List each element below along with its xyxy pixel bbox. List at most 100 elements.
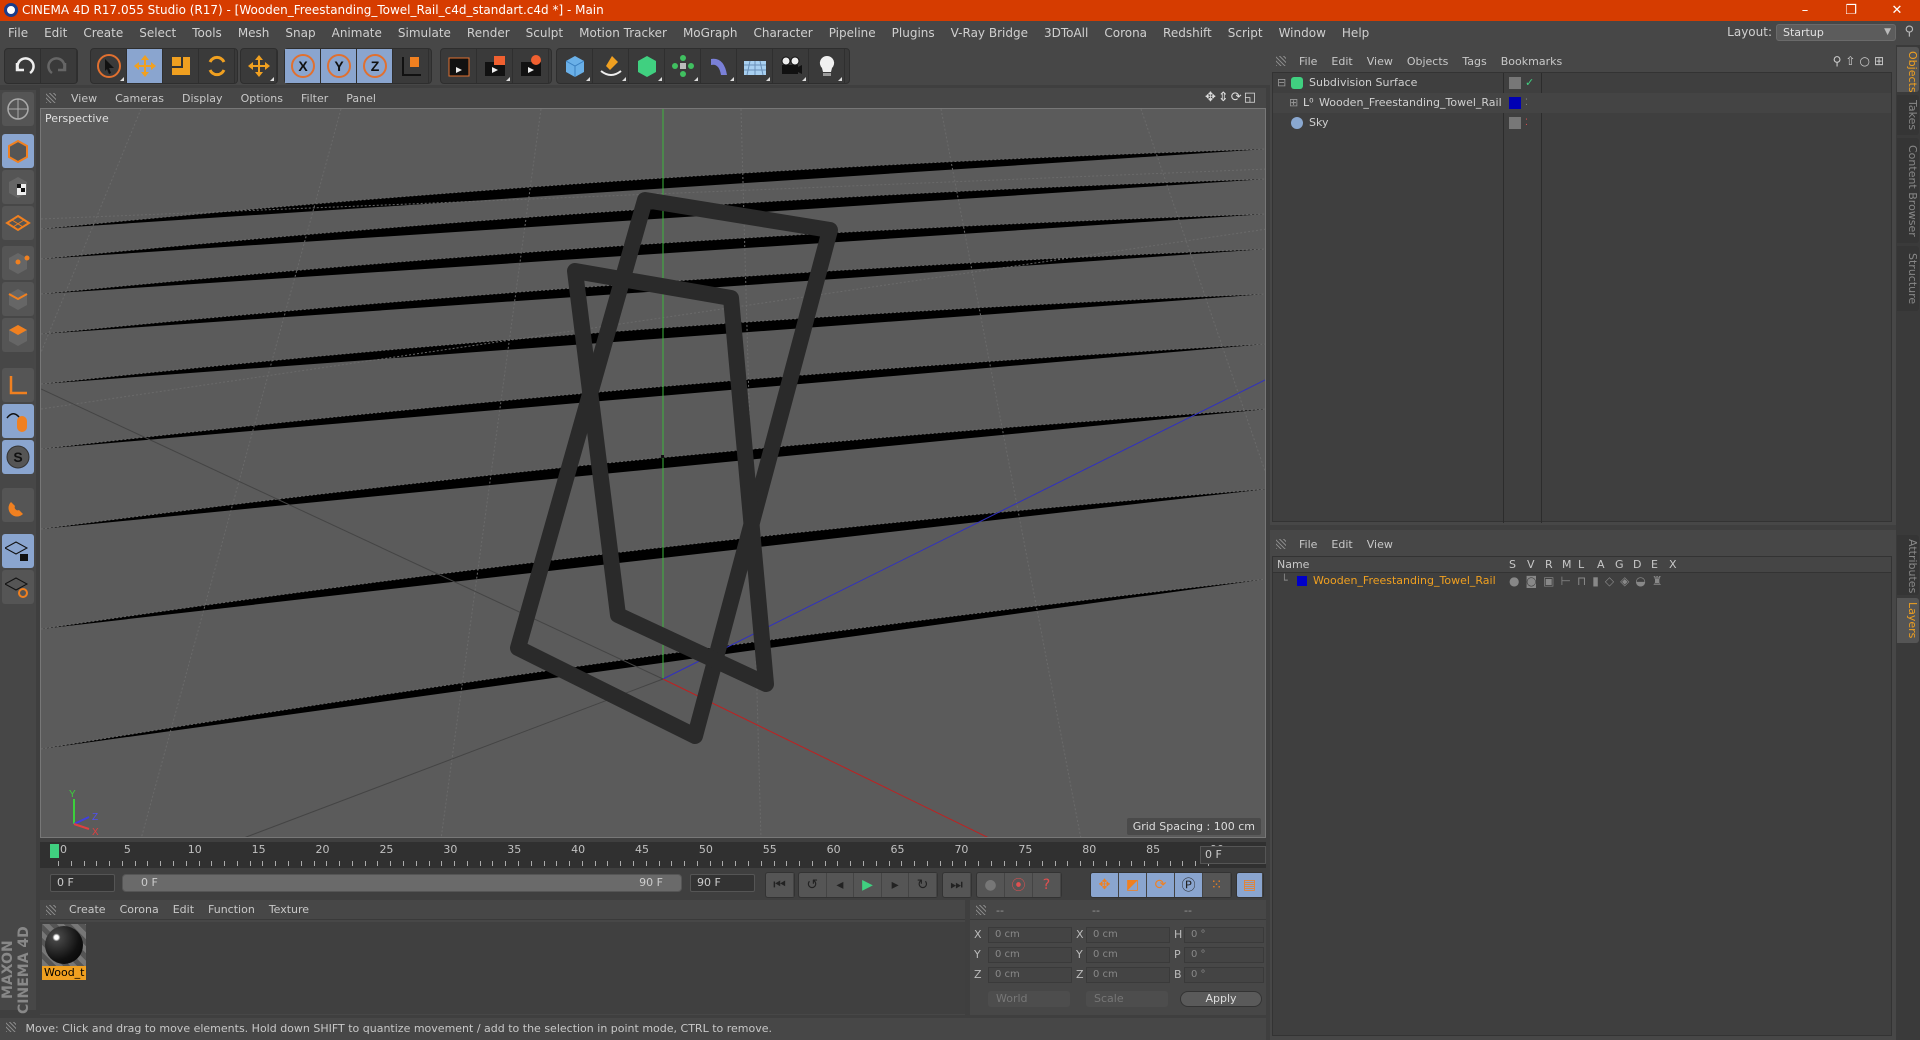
- menu-window[interactable]: Window: [1271, 26, 1334, 40]
- viewport-menu-display[interactable]: Display: [173, 92, 232, 105]
- render-settings-button[interactable]: [513, 49, 549, 83]
- texture-mode-button[interactable]: [2, 170, 34, 204]
- tab-content-browser[interactable]: Content Browser: [1897, 138, 1919, 243]
- material-menu-corona[interactable]: Corona: [113, 903, 166, 916]
- column-view[interactable]: V: [1527, 557, 1535, 573]
- column-locked[interactable]: L: [1578, 557, 1584, 573]
- object-row-sky[interactable]: Sky ⁚: [1273, 113, 1891, 133]
- layer-menu-edit[interactable]: Edit: [1324, 538, 1359, 551]
- menu-help[interactable]: Help: [1334, 26, 1377, 40]
- material-menu-texture[interactable]: Texture: [262, 903, 316, 916]
- go-to-end-button[interactable]: ⏭: [942, 872, 972, 898]
- current-frame-field[interactable]: 0 F: [1200, 846, 1266, 864]
- next-key-icon[interactable]: ↻: [909, 873, 937, 897]
- tab-layers[interactable]: Layers: [1897, 598, 1919, 643]
- y-axis-lock-button[interactable]: Y: [321, 49, 357, 83]
- scale-tool-button[interactable]: [163, 49, 199, 83]
- points-mode-button[interactable]: [2, 246, 34, 280]
- workplane-lock-button[interactable]: [2, 534, 34, 568]
- subdivision-button[interactable]: [629, 49, 665, 83]
- position-z-field[interactable]: 0 cm: [988, 967, 1072, 983]
- menu-create[interactable]: Create: [75, 26, 131, 40]
- menu-tools[interactable]: Tools: [184, 26, 230, 40]
- scale-key-icon[interactable]: ◩: [1119, 873, 1147, 897]
- next-frame-icon[interactable]: ▸: [882, 873, 910, 897]
- position-y-field[interactable]: 0 cm: [988, 947, 1072, 963]
- layer-menu-view[interactable]: View: [1360, 538, 1400, 551]
- rotation-p-field[interactable]: 0 °: [1184, 947, 1264, 963]
- cube-button[interactable]: [557, 49, 593, 83]
- object-row-subdivision-surface[interactable]: ⊟ Subdivision Surface ✓: [1273, 73, 1891, 93]
- light-button[interactable]: [809, 49, 845, 83]
- menu-edit[interactable]: Edit: [36, 26, 75, 40]
- floor-button[interactable]: [737, 49, 773, 83]
- viewport-camera-label[interactable]: Perspective: [45, 112, 109, 125]
- pan-view-icon[interactable]: ✥: [1205, 90, 1218, 105]
- object-menu-file[interactable]: File: [1292, 55, 1324, 68]
- layer-toggle-icons[interactable]: ●◙▣⊢⊓▮◇◈◒♜: [1509, 573, 1669, 589]
- column-animation[interactable]: A: [1597, 557, 1605, 573]
- layout-select[interactable]: Startup ▼: [1776, 24, 1896, 41]
- menu-animate[interactable]: Animate: [324, 26, 390, 40]
- coordinate-space-dropdown[interactable]: World: [988, 991, 1070, 1007]
- menu-simulate[interactable]: Simulate: [390, 26, 459, 40]
- record-active-icon[interactable]: ⦿: [1005, 873, 1033, 897]
- edges-mode-button[interactable]: [2, 282, 34, 316]
- autokey-icon[interactable]: ●: [977, 873, 1005, 897]
- live-selection-button[interactable]: [91, 49, 127, 83]
- home-icon[interactable]: ⇧: [1845, 54, 1859, 68]
- axis-mode-button[interactable]: [2, 368, 34, 402]
- column-xref[interactable]: X: [1669, 557, 1677, 573]
- material-item[interactable]: Wood_t: [42, 924, 86, 980]
- model-mode-button[interactable]: [2, 134, 34, 168]
- x-axis-lock-button[interactable]: X: [285, 49, 321, 83]
- size-mode-dropdown[interactable]: Scale: [1086, 991, 1168, 1007]
- previous-frame-icon[interactable]: ◂: [827, 873, 855, 897]
- undo-button[interactable]: [5, 49, 41, 83]
- restore-button[interactable]: ❐: [1828, 0, 1874, 21]
- column-render[interactable]: R: [1545, 557, 1553, 573]
- dolly-view-icon[interactable]: ⇕: [1218, 90, 1231, 105]
- menu-file[interactable]: File: [0, 26, 36, 40]
- object-menu-objects[interactable]: Objects: [1400, 55, 1456, 68]
- camera-button[interactable]: [773, 49, 809, 83]
- object-menu-bookmarks[interactable]: Bookmarks: [1494, 55, 1569, 68]
- column-generators[interactable]: G: [1615, 557, 1624, 573]
- rotation-b-field[interactable]: 0 °: [1184, 967, 1264, 983]
- keyframe-help-icon[interactable]: ?: [1033, 873, 1061, 897]
- column-name[interactable]: Name: [1277, 557, 1309, 573]
- panel-grip-icon[interactable]: [976, 905, 986, 915]
- rotation-h-field[interactable]: 0 °: [1184, 927, 1264, 943]
- make-editable-button[interactable]: [2, 92, 34, 126]
- layer-menu-file[interactable]: File: [1292, 538, 1324, 551]
- menu-corona[interactable]: Corona: [1096, 26, 1155, 40]
- solo-button[interactable]: S: [2, 440, 34, 474]
- size-x-field[interactable]: 0 cm: [1086, 927, 1170, 943]
- close-button[interactable]: ✕: [1874, 0, 1920, 21]
- menu-pipeline[interactable]: Pipeline: [821, 26, 884, 40]
- menu-snap[interactable]: Snap: [277, 26, 323, 40]
- object-menu-edit[interactable]: Edit: [1324, 55, 1359, 68]
- polygons-mode-button[interactable]: [2, 318, 34, 352]
- start-frame-field[interactable]: 0 F: [50, 874, 115, 892]
- menu-3dtoall[interactable]: 3DToAll: [1036, 26, 1096, 40]
- workplane-align-button[interactable]: [2, 570, 34, 604]
- menu-render[interactable]: Render: [459, 26, 518, 40]
- viewport-menu-cameras[interactable]: Cameras: [106, 92, 173, 105]
- expand-icon[interactable]: ⊞: [1289, 93, 1298, 113]
- rotate-tool-button[interactable]: [199, 49, 235, 83]
- menu-plugins[interactable]: Plugins: [884, 26, 943, 40]
- visibility-dots-icon[interactable]: ⁚: [1525, 113, 1528, 133]
- redo-button[interactable]: [41, 49, 77, 83]
- timeline-button[interactable]: ▤: [1236, 872, 1264, 898]
- tweak-mode-button[interactable]: [2, 404, 34, 438]
- search-icon[interactable]: ⚲: [1904, 24, 1914, 39]
- apply-button[interactable]: Apply: [1180, 991, 1262, 1007]
- previous-key-icon[interactable]: ↺: [799, 873, 827, 897]
- menu-script[interactable]: Script: [1220, 26, 1271, 40]
- eye-icon[interactable]: ○: [1859, 54, 1873, 68]
- column-manager[interactable]: M: [1562, 557, 1572, 573]
- move-tool-button[interactable]: [127, 49, 163, 83]
- pla-key-icon[interactable]: ⁙: [1203, 873, 1231, 897]
- render-picture-viewer-button[interactable]: [477, 49, 513, 83]
